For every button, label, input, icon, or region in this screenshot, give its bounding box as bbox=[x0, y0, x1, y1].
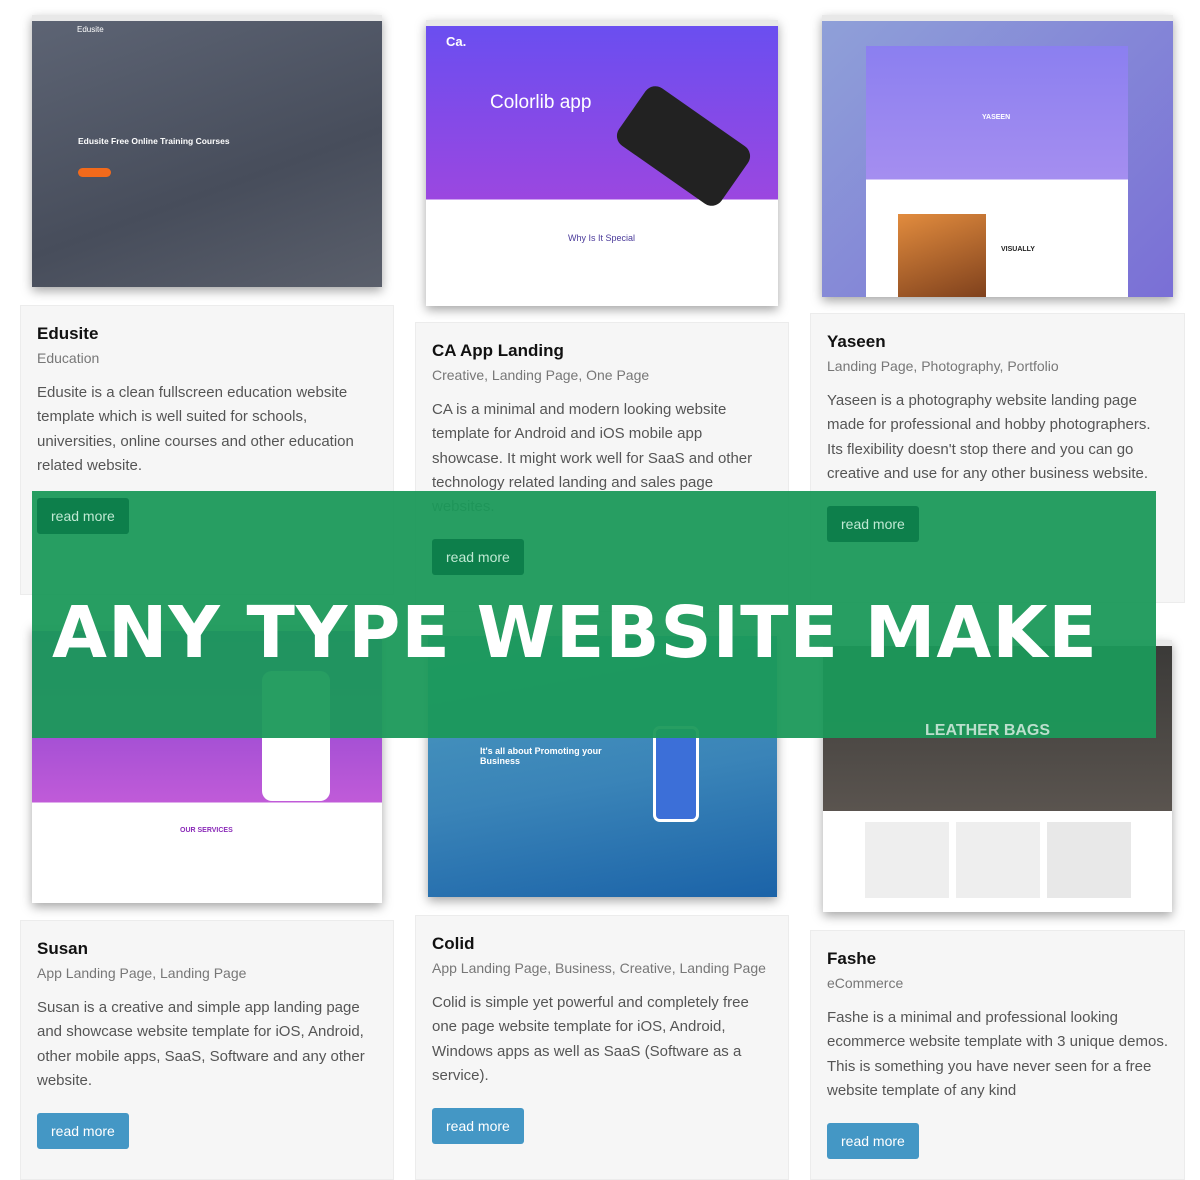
product-backpack bbox=[1047, 822, 1131, 898]
read-more-button[interactable]: read more bbox=[37, 1113, 129, 1150]
product-watch bbox=[956, 822, 1040, 898]
get-started-button bbox=[78, 168, 111, 177]
thumb-headline: Edusite Free Online Training Courses bbox=[78, 136, 230, 146]
thumb-headline: LEATHER BAGS bbox=[925, 722, 1051, 739]
product-sunglasses bbox=[865, 822, 949, 898]
card-description: Fashe is a minimal and professional look… bbox=[827, 1009, 1169, 1099]
edusite-thumbnail[interactable]: Edusite Edusite Free Online Training Cou… bbox=[32, 15, 382, 287]
phone-image bbox=[612, 81, 755, 211]
banner-text: ANY TYPE WEBSITE MAKE bbox=[52, 591, 1098, 674]
phone-image bbox=[653, 726, 699, 822]
card-title: Susan bbox=[37, 939, 89, 958]
thumb-headline: Colorlib app bbox=[490, 92, 592, 113]
card-category: App Landing Page, Landing Page bbox=[37, 965, 247, 981]
ca-app-thumbnail[interactable]: Ca. Colorlib app Why Is It Special bbox=[426, 20, 778, 306]
card-description: Susan is a creative and simple app landi… bbox=[37, 999, 365, 1089]
card-category: App Landing Page, Business, Creative, La… bbox=[432, 960, 766, 976]
read-more-button[interactable]: read more bbox=[432, 539, 524, 576]
thumb-headline: YASEEN bbox=[982, 114, 1011, 121]
read-more-button[interactable]: read more bbox=[432, 1108, 524, 1145]
card-category: Landing Page, Photography, Portfolio bbox=[827, 358, 1059, 374]
yaseen-thumbnail[interactable]: YASEEN VISUALLY bbox=[822, 15, 1173, 297]
card-title: Colid bbox=[432, 934, 475, 953]
thumb-subheadline: Why Is It Special bbox=[568, 233, 636, 243]
card-title: Fashe bbox=[827, 949, 877, 968]
read-more-button[interactable]: read more bbox=[827, 506, 919, 543]
thumb-subheadline: OUR SERVICES bbox=[180, 827, 233, 834]
card-title: Edusite bbox=[37, 324, 99, 343]
card-description: Colid is simple yet powerful and complet… bbox=[432, 994, 749, 1084]
card-category: eCommerce bbox=[827, 975, 904, 991]
page-preview: YASEEN VISUALLY bbox=[866, 46, 1128, 297]
photo bbox=[898, 214, 986, 297]
read-more-button[interactable]: read more bbox=[827, 1123, 919, 1160]
card-title: CA App Landing bbox=[432, 341, 564, 360]
read-more-button[interactable]: read more bbox=[37, 498, 129, 535]
thumb-subheadline: VISUALLY bbox=[1001, 246, 1035, 253]
thumb-brand: Ca. bbox=[446, 34, 467, 49]
template-card-fashe: Fashe eCommerce Fashe is a minimal and p… bbox=[810, 930, 1185, 1180]
template-card-colid: Colid App Landing Page, Business, Creati… bbox=[415, 915, 789, 1180]
card-category: Creative, Landing Page, One Page bbox=[432, 367, 650, 383]
card-category: Education bbox=[37, 350, 100, 366]
thumb-headline: It's all about Promoting your Business bbox=[480, 746, 602, 766]
card-description: Edusite is a clean fullscreen education … bbox=[37, 384, 354, 474]
promo-banner: ANY TYPE WEBSITE MAKE bbox=[32, 491, 1156, 738]
card-title: Yaseen bbox=[827, 332, 886, 351]
thumb-brand: Edusite bbox=[77, 25, 104, 34]
template-card-susan: Susan App Landing Page, Landing Page Sus… bbox=[20, 920, 394, 1180]
card-description: Yaseen is a photography website landing … bbox=[827, 392, 1151, 482]
